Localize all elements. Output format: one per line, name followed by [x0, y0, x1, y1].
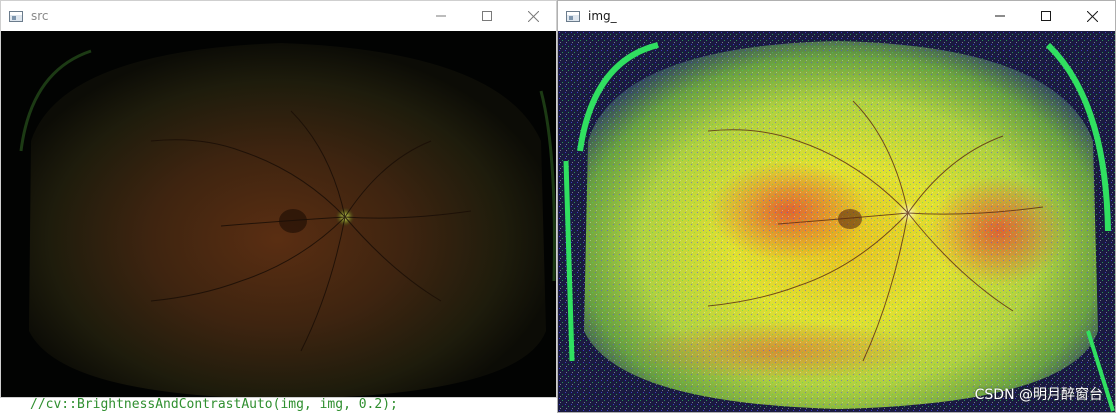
desktop: //cv::BrightnessAndContrastAuto(img, img… [0, 0, 1116, 413]
close-icon [1086, 10, 1098, 22]
img-window[interactable]: img_ CSDN @明月醉窗台 [557, 0, 1116, 413]
close-icon [527, 10, 539, 22]
img-titlebar[interactable]: img_ [558, 1, 1115, 31]
maximize-icon [482, 11, 492, 21]
maximize-icon [1041, 11, 1051, 21]
window-title: src [31, 9, 49, 23]
fundus-retina-dark-image [1, 31, 556, 397]
window-controls [977, 1, 1115, 31]
maximize-button[interactable] [1023, 1, 1069, 31]
maximize-button[interactable] [464, 1, 510, 31]
src-window[interactable]: src [0, 0, 557, 398]
minimize-button[interactable] [418, 1, 464, 31]
close-button[interactable] [1069, 1, 1115, 31]
window-controls [418, 1, 556, 31]
csdn-watermark: CSDN @明月醉窗台 [974, 387, 1103, 403]
minimize-button[interactable] [977, 1, 1023, 31]
src-image-canvas [1, 31, 556, 397]
img-image-canvas: CSDN @明月醉窗台 [558, 31, 1115, 412]
window-title: img_ [588, 9, 617, 23]
code-editor-line: //cv::BrightnessAndContrastAuto(img, img… [0, 396, 560, 413]
opencv-window-icon [9, 10, 23, 22]
minimize-icon [436, 15, 446, 17]
fundus-retina-enhanced-image [558, 31, 1115, 412]
opencv-window-icon [566, 10, 580, 22]
close-button[interactable] [510, 1, 556, 31]
src-titlebar[interactable]: src [1, 1, 556, 31]
minimize-icon [995, 15, 1005, 17]
